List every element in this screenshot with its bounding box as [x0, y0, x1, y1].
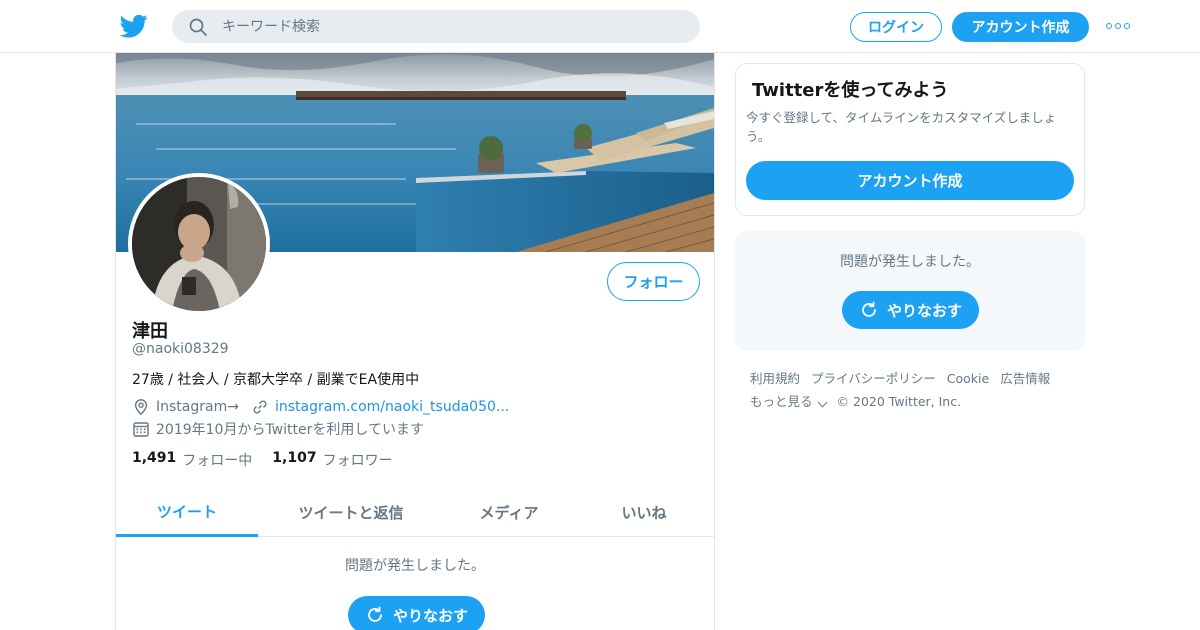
footer-link-terms[interactable]: 利用規約 [750, 367, 800, 390]
profile-location: Instagram→ [156, 399, 239, 415]
footer-link-privacy[interactable]: プライバシーポリシー [811, 367, 936, 390]
signup-promo-card: Twitterを使ってみよう 今すぐ登録して、タイムラインをカスタマイズしましょ… [735, 63, 1085, 216]
follow-button[interactable]: フォロー [607, 262, 700, 301]
profile-stats: 1,491 フォロー中 1,107 フォロワー [132, 450, 413, 470]
footer-copyright: © 2020 Twitter, Inc. [836, 394, 962, 409]
tab-media[interactable]: メディア [444, 488, 574, 537]
footer-more-label: もっと見る [750, 394, 813, 409]
followers-stat[interactable]: 1,107 フォロワー [272, 450, 392, 470]
profile-column: フォロー 津田 @naoki08329 27歳 / 社会人 / 京都大学卒 / … [115, 53, 715, 630]
profile-website-link[interactable]: instagram.com/naoki_tsuda050... [275, 399, 509, 415]
sidebar-error-message: 問題が発生しました。 [840, 254, 980, 270]
signup-card-button[interactable]: アカウント作成 [746, 161, 1074, 200]
footer-link-cookie[interactable]: Cookie [947, 367, 989, 390]
following-label: フォロー中 [182, 453, 253, 469]
tab-likes[interactable]: いいね [574, 488, 714, 537]
profile-joined-date: 2019年10月からTwitterを利用しています [156, 422, 424, 438]
footer: 利用規約 プライバシーポリシー Cookie 広告情報 もっと見る © 2020… [750, 367, 1085, 413]
top-navigation-bar: ログイン アカウント作成 [0, 0, 1200, 53]
profile-tabs: ツイート ツイートと返信 メディア いいね [116, 488, 714, 537]
refresh-icon [862, 301, 876, 317]
timeline-error-message: 問題が発生しました。 [345, 558, 485, 574]
following-stat[interactable]: 1,491 フォロー中 [132, 450, 252, 470]
sidebar-error-card: 問題が発生しました。 やりなおす [735, 231, 1085, 351]
twitter-bird-logo-icon[interactable] [120, 12, 148, 40]
profile-handle[interactable]: @naoki08329 [132, 341, 229, 357]
profile-name: 津田 [132, 321, 168, 342]
link-icon [253, 400, 267, 414]
profile-bio: 27歳 / 社会人 / 京都大学卒 / 副業でEA使用中 [132, 372, 420, 388]
signup-card-title: Twitterを使ってみよう [752, 80, 949, 101]
profile-avatar[interactable] [128, 173, 270, 315]
followers-label: フォロワー [322, 453, 393, 469]
profile-meta-location-website: Instagram→ instagram.com/naoki_tsuda050.… [132, 398, 509, 416]
timeline-retry-button[interactable]: やりなおす [348, 596, 485, 630]
followers-count: 1,107 [272, 450, 317, 466]
signup-button[interactable]: アカウント作成 [952, 12, 1089, 42]
profile-meta-joined: 2019年10月からTwitterを利用しています [132, 419, 424, 439]
chevron-down-icon [817, 397, 827, 408]
sidebar-retry-button[interactable]: やりなおす [842, 291, 979, 329]
timeline-retry-label: やりなおす [392, 606, 468, 625]
tab-tweets-and-replies[interactable]: ツイートと返信 [258, 488, 444, 537]
login-button[interactable]: ログイン [850, 12, 942, 42]
more-options-icon[interactable] [1106, 18, 1130, 34]
search-icon [189, 18, 207, 36]
search-bar [172, 10, 700, 43]
signup-card-description: 今すぐ登録して、タイムラインをカスタマイズしましょう。 [746, 110, 1057, 144]
calendar-icon [133, 422, 149, 437]
following-count: 1,491 [132, 450, 177, 466]
footer-more-link[interactable]: もっと見る [750, 390, 827, 413]
location-pin-icon [134, 399, 148, 416]
footer-link-ads[interactable]: 広告情報 [1000, 367, 1050, 390]
search-input[interactable] [222, 10, 682, 43]
sidebar-retry-label: やりなおす [886, 301, 962, 320]
tab-tweets[interactable]: ツイート [116, 488, 258, 537]
refresh-icon [368, 606, 382, 622]
